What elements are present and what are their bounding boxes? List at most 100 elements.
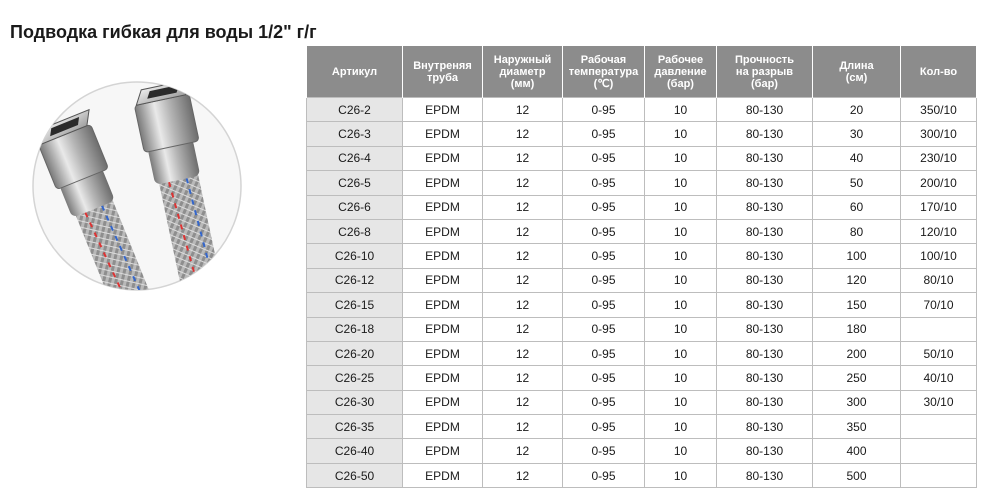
header-line: давление: [654, 65, 707, 78]
cell-working-temperature: 0-95: [562, 121, 645, 147]
cell-article: C26-2: [306, 96, 403, 123]
table-row: C26-50 EPDM 12 0-95 10 80-130 500: [306, 462, 977, 489]
header-line: Кол-во: [919, 65, 958, 78]
cell-burst-strength: 80-130: [716, 389, 813, 416]
cell-quantity: 80/10: [900, 267, 977, 294]
table-row: C26-25 EPDM 12 0-95 10 80-130 250 40/10: [306, 365, 977, 391]
header-line: на разрыв: [735, 65, 794, 78]
cell-outer-diameter: 12: [482, 243, 563, 269]
cell-quantity: 200/10: [900, 170, 977, 196]
cell-outer-diameter: 12: [482, 292, 563, 318]
cell-working-pressure: 10: [644, 316, 717, 342]
cell-working-temperature: 0-95: [562, 292, 645, 318]
cell-article: C26-20: [306, 340, 403, 367]
cell-quantity: 300/10: [900, 121, 977, 147]
cell-inner-tube: EPDM: [402, 194, 483, 220]
cell-inner-tube: EPDM: [402, 438, 483, 464]
cell-inner-tube: EPDM: [402, 462, 483, 489]
cell-length: 300: [812, 389, 901, 416]
cell-burst-strength: 80-130: [716, 462, 813, 489]
cell-length: 100: [812, 243, 901, 269]
column-header-burst-strength: Прочность на разрыв (бар): [716, 46, 813, 98]
cell-burst-strength: 80-130: [716, 365, 813, 391]
cell-working-pressure: 10: [644, 462, 717, 489]
header-line: (бар): [667, 77, 694, 90]
cell-outer-diameter: 12: [482, 316, 563, 342]
cell-length: 400: [812, 438, 901, 464]
cell-outer-diameter: 12: [482, 96, 563, 123]
table-row: C26-3 EPDM 12 0-95 10 80-130 30 300/10: [306, 121, 977, 147]
cell-inner-tube: EPDM: [402, 243, 483, 269]
cell-outer-diameter: 12: [482, 170, 563, 196]
cell-burst-strength: 80-130: [716, 243, 813, 269]
cell-length: 350: [812, 414, 901, 440]
cell-burst-strength: 80-130: [716, 96, 813, 123]
cell-burst-strength: 80-130: [716, 340, 813, 367]
cell-article: C26-5: [306, 170, 403, 196]
cell-working-temperature: 0-95: [562, 243, 645, 269]
cell-burst-strength: 80-130: [716, 218, 813, 245]
cell-working-pressure: 10: [644, 267, 717, 294]
header-line: труба: [427, 71, 458, 84]
column-header-working-temperature: Рабочая температура (℃): [562, 46, 645, 98]
cell-length: 120: [812, 267, 901, 294]
cell-working-temperature: 0-95: [562, 267, 645, 294]
header-line: (℃): [593, 77, 614, 90]
header-line: Артикул: [331, 65, 378, 78]
table-row: C26-12 EPDM 12 0-95 10 80-130 120 80/10: [306, 267, 977, 294]
cell-working-temperature: 0-95: [562, 316, 645, 342]
table-row: C26-4 EPDM 12 0-95 10 80-130 40 230/10: [306, 145, 977, 172]
header-line: (см): [845, 71, 868, 84]
cell-article: C26-3: [306, 121, 403, 147]
header-line: температура: [568, 65, 639, 78]
cell-working-pressure: 10: [644, 365, 717, 391]
cell-working-temperature: 0-95: [562, 462, 645, 489]
cell-working-pressure: 10: [644, 145, 717, 172]
cell-burst-strength: 80-130: [716, 414, 813, 440]
cell-length: 20: [812, 96, 901, 123]
cell-working-pressure: 10: [644, 218, 717, 245]
cell-length: 40: [812, 145, 901, 172]
cell-length: 80: [812, 218, 901, 245]
cell-article: C26-25: [306, 365, 403, 391]
cell-working-temperature: 0-95: [562, 340, 645, 367]
column-header-inner-tube: Внутреняя труба: [402, 46, 483, 98]
header-line: Рабочая: [580, 53, 627, 66]
cell-working-pressure: 10: [644, 292, 717, 318]
cell-quantity: 350/10: [900, 96, 977, 123]
cell-inner-tube: EPDM: [402, 218, 483, 245]
header-line: Внутреняя: [413, 59, 472, 72]
table-body: C26-2 EPDM 12 0-95 10 80-130 20 350/10 C26-3 EPDM…: [306, 96, 977, 489]
column-header-length: Длина (см): [812, 46, 901, 98]
cell-inner-tube: EPDM: [402, 121, 483, 147]
cell-inner-tube: EPDM: [402, 170, 483, 196]
cell-working-pressure: 10: [644, 389, 717, 416]
cell-outer-diameter: 12: [482, 145, 563, 172]
table-row: C26-30 EPDM 12 0-95 10 80-130 300 30/10: [306, 389, 977, 416]
cell-inner-tube: EPDM: [402, 96, 483, 123]
header-line: (мм): [510, 77, 535, 90]
cell-length: 500: [812, 462, 901, 489]
header-line: Рабочее: [657, 53, 704, 66]
header-line: Длина: [839, 59, 874, 72]
cell-length: 60: [812, 194, 901, 220]
cell-quantity: 170/10: [900, 194, 977, 220]
cell-quantity: 30/10: [900, 389, 977, 416]
table-header-row: Артикул Внутреняя труба Наружный диаметр (мм)…: [306, 46, 977, 98]
cell-working-temperature: 0-95: [562, 389, 645, 416]
cell-quantity: 230/10: [900, 145, 977, 172]
table-row: C26-35 EPDM 12 0-95 10 80-130 350: [306, 414, 977, 440]
cell-inner-tube: EPDM: [402, 292, 483, 318]
cell-length: 250: [812, 365, 901, 391]
table-row: C26-20 EPDM 12 0-95 10 80-130 200 50/10: [306, 340, 977, 367]
table-row: C26-18 EPDM 12 0-95 10 80-130 180: [306, 316, 977, 342]
cell-working-temperature: 0-95: [562, 96, 645, 123]
cell-inner-tube: EPDM: [402, 414, 483, 440]
cell-length: 30: [812, 121, 901, 147]
cell-quantity: [900, 316, 977, 342]
cell-working-pressure: 10: [644, 194, 717, 220]
header-line: (бар): [751, 77, 778, 90]
column-header-outer-diameter: Наружный диаметр (мм): [482, 46, 563, 98]
cell-quantity: [900, 438, 977, 464]
cell-quantity: [900, 462, 977, 489]
